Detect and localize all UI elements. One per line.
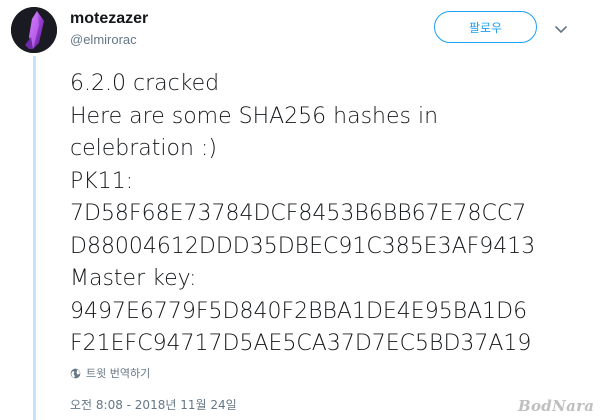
translate-label: 트윗 번역하기	[86, 367, 151, 380]
thread-line	[33, 56, 36, 420]
watermark-logo: BodNara	[518, 397, 595, 415]
tweet-timestamp[interactable]: 오전 8:08 - 2018년 11월 24일	[70, 396, 237, 413]
tweet-line: PK11:	[70, 168, 134, 194]
translate-tweet-link[interactable]: 트윗 번역하기	[70, 365, 150, 381]
tweet-line: celebration :)	[70, 136, 217, 161]
tweet-line: D88004612DDD35DBEC91C385E3AF9413	[70, 233, 536, 259]
chevron-down-icon[interactable]	[554, 22, 568, 33]
tweet-line: 7D58F68E73784DCF8453B6BB67E78CC7	[70, 201, 527, 226]
tweet-line: F21EFC94717D5AE5CA37D7EC5BD37A19	[70, 331, 532, 356]
tweet-line: 6.2.0 cracked	[70, 71, 220, 96]
author-display-name[interactable]: motezazer	[70, 10, 148, 28]
author-handle[interactable]: @elmirorac	[70, 32, 137, 47]
globe-icon	[70, 368, 81, 378]
avatar-crystal-icon	[11, 7, 57, 53]
tweet-line: Master key:	[70, 266, 197, 291]
tweet-text: 6.2.0 cracked Here are some SHA256 hashe…	[70, 68, 590, 361]
avatar[interactable]	[11, 7, 57, 53]
tweet-line: Here are some SHA256 hashes in	[70, 103, 439, 129]
follow-button[interactable]: 팔로우	[434, 11, 537, 43]
tweet-line: 9497E6779F5D840F2BBA1DE4E95BA1D6	[70, 298, 528, 324]
